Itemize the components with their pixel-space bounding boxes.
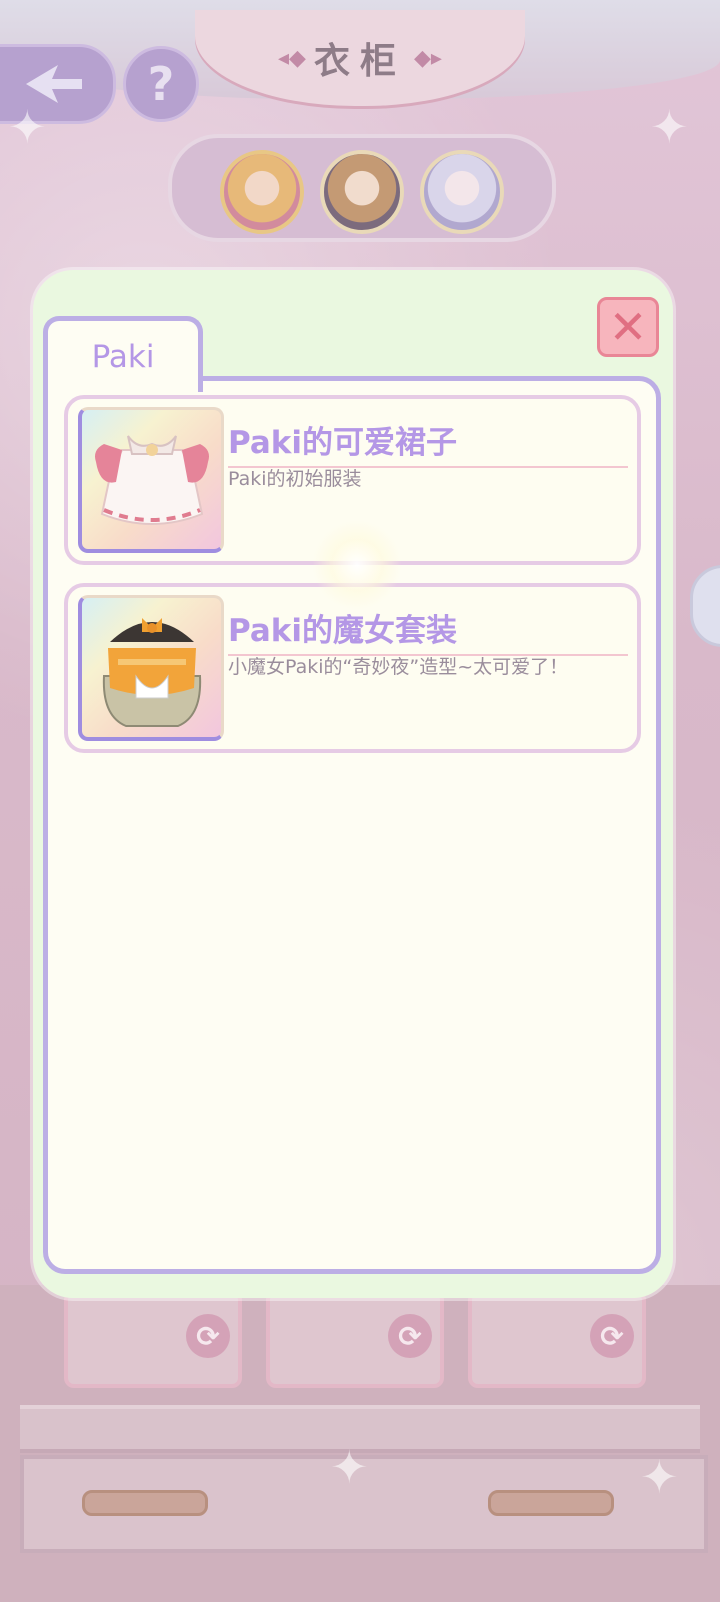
item-thumbnail bbox=[78, 595, 224, 741]
close-icon: ✕ bbox=[608, 300, 648, 354]
item-description: Paki的初始服装 bbox=[228, 468, 362, 490]
close-button[interactable]: ✕ bbox=[597, 297, 659, 357]
tab-paki[interactable]: Paki bbox=[43, 316, 203, 392]
character-avatar-3[interactable] bbox=[420, 150, 504, 234]
item-name: Paki的可爱裙子 bbox=[228, 417, 628, 468]
pink-dress-icon bbox=[95, 435, 209, 525]
sparkle-icon: ✦ bbox=[650, 100, 689, 154]
tab-label: Paki bbox=[91, 338, 155, 375]
outfit-slot[interactable]: ⟳ bbox=[64, 1290, 242, 1388]
help-button[interactable]: ? bbox=[123, 46, 199, 122]
diamond-deco-icon: ◂◆ bbox=[278, 45, 306, 71]
diamond-deco-icon: ◆▸ bbox=[414, 45, 442, 71]
refresh-icon[interactable]: ⟳ bbox=[590, 1314, 634, 1358]
sparkle-icon: ✦ bbox=[8, 100, 47, 154]
item-name: Paki的魔女套装 bbox=[228, 605, 628, 656]
character-avatar-2[interactable] bbox=[320, 150, 404, 234]
page-title: 衣柜 bbox=[313, 41, 406, 82]
outfit-slot[interactable]: ⟳ bbox=[266, 1290, 444, 1388]
outfit-slot[interactable]: ⟳ bbox=[468, 1290, 646, 1388]
sparkle-icon: ✦ bbox=[640, 1450, 679, 1504]
character-selector bbox=[168, 134, 556, 242]
drawer-handle bbox=[82, 1490, 208, 1516]
sparkle-glow bbox=[312, 520, 402, 610]
sparkle-icon: ✦ bbox=[330, 1440, 369, 1494]
refresh-icon[interactable]: ⟳ bbox=[388, 1314, 432, 1358]
item-thumbnail bbox=[78, 407, 224, 553]
drawer-handle bbox=[488, 1490, 614, 1516]
refresh-icon[interactable]: ⟳ bbox=[186, 1314, 230, 1358]
item-description: 小魔女Paki的“奇妙夜”造型~太可爱了！ bbox=[228, 656, 569, 678]
witch-costume-icon bbox=[102, 618, 202, 727]
character-avatar-1[interactable] bbox=[220, 150, 304, 234]
help-icon: ? bbox=[147, 57, 175, 111]
